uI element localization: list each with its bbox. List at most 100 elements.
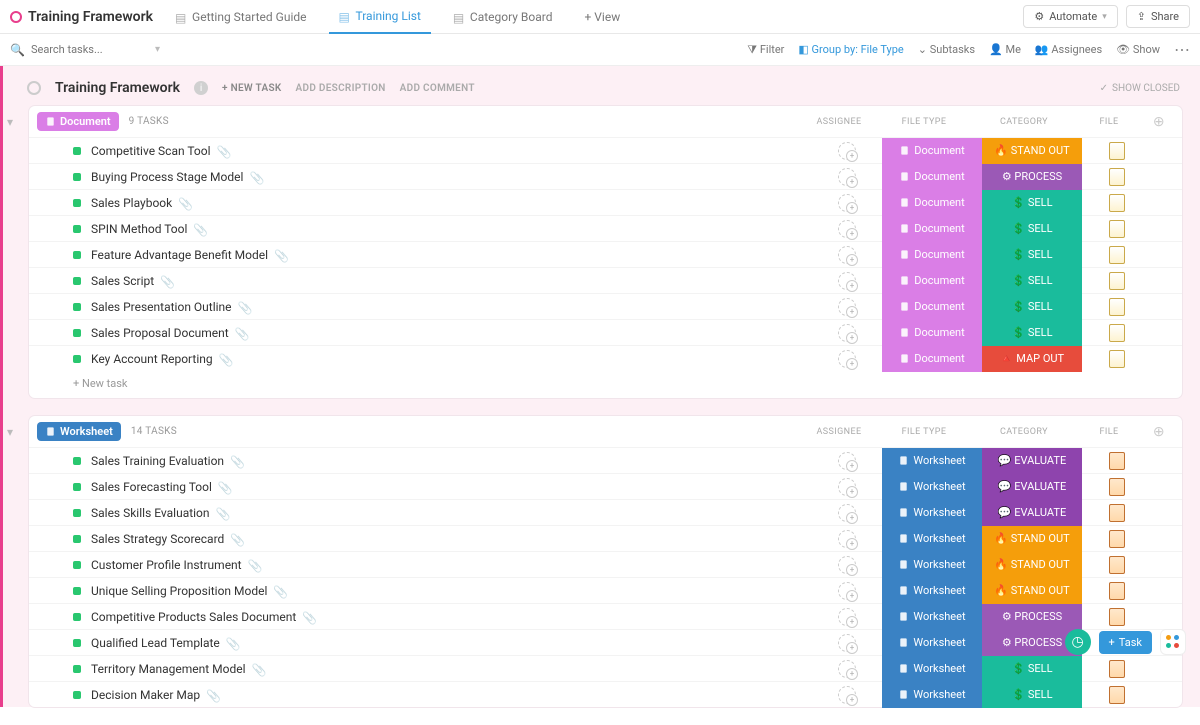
file-cell[interactable] bbox=[1082, 220, 1152, 238]
task-name[interactable]: SPIN Method Tool bbox=[91, 222, 187, 236]
task-row[interactable]: Competitive Products Sales Document 📎 Work… bbox=[29, 603, 1182, 629]
add-assignee-icon[interactable] bbox=[838, 504, 856, 522]
category-cell[interactable]: 💲 SELL bbox=[982, 320, 1082, 346]
category-cell[interactable]: 💲 SELL bbox=[982, 242, 1082, 268]
task-row[interactable]: Competitive Scan Tool📎Document🔥 STAND OU… bbox=[29, 137, 1182, 163]
new-task-fab[interactable]: + Task bbox=[1099, 631, 1152, 654]
task-row[interactable]: Sales Forecasting Tool📎Worksheet💬 EVALUA… bbox=[29, 473, 1182, 499]
status-square-icon[interactable] bbox=[73, 457, 81, 465]
category-cell[interactable]: 💲 SELL bbox=[982, 190, 1082, 216]
col-category[interactable]: CATEGORY bbox=[974, 427, 1074, 437]
add-assignee-icon[interactable] bbox=[838, 298, 856, 316]
attachment-icon[interactable]: 📎 bbox=[248, 559, 260, 571]
filetype-cell[interactable]: Worksheet bbox=[882, 448, 982, 474]
attachment-icon[interactable]: 📎 bbox=[249, 171, 261, 183]
filetype-cell[interactable]: Worksheet bbox=[882, 604, 982, 630]
col-assignee[interactable]: ASSIGNEE bbox=[804, 117, 874, 127]
category-cell[interactable]: 💲 SELL bbox=[982, 268, 1082, 294]
filetype-cell[interactable]: Worksheet bbox=[882, 526, 982, 552]
status-square-icon[interactable] bbox=[73, 277, 81, 285]
assignee-cell[interactable] bbox=[812, 350, 882, 368]
category-cell[interactable]: 💬 EVALUATE bbox=[982, 474, 1082, 500]
more-icon[interactable]: ⋯ bbox=[1174, 40, 1190, 59]
assignee-cell[interactable] bbox=[812, 246, 882, 264]
task-name[interactable]: Sales Training Evaluation bbox=[91, 454, 224, 468]
task-name[interactable]: Competitive Products Sales Document bbox=[91, 610, 296, 624]
status-square-icon[interactable] bbox=[73, 199, 81, 207]
group-badge[interactable]: Document bbox=[37, 112, 119, 131]
show-button[interactable]: 👁 Show bbox=[1116, 43, 1160, 56]
assignee-cell[interactable] bbox=[812, 194, 882, 212]
task-name[interactable]: Customer Profile Instrument bbox=[91, 558, 242, 572]
group-by-button[interactable]: ◧ Group by: File Type bbox=[798, 43, 903, 56]
category-cell[interactable]: 💲 SELL bbox=[982, 682, 1082, 708]
add-assignee-icon[interactable] bbox=[838, 582, 856, 600]
task-row[interactable]: Unique Selling Proposition Model📎Workshe… bbox=[29, 577, 1182, 603]
assignee-cell[interactable] bbox=[812, 686, 882, 704]
task-name[interactable]: Buying Process Stage Model bbox=[91, 170, 243, 184]
task-row[interactable]: Sales Playbook📎Document💲 SELL bbox=[29, 189, 1182, 215]
file-cell[interactable] bbox=[1082, 452, 1152, 470]
file-cell[interactable] bbox=[1082, 608, 1152, 626]
file-cell[interactable] bbox=[1082, 168, 1152, 186]
new-task-row[interactable]: + New task bbox=[29, 371, 1182, 398]
task-row[interactable]: Territory Management Model📎Worksheet💲 SE… bbox=[29, 655, 1182, 681]
task-name[interactable]: Unique Selling Proposition Model bbox=[91, 584, 267, 598]
status-square-icon[interactable] bbox=[73, 355, 81, 363]
file-cell[interactable] bbox=[1082, 324, 1152, 342]
col-assignee[interactable]: ASSIGNEE bbox=[804, 427, 874, 437]
status-square-icon[interactable] bbox=[73, 535, 81, 543]
attachment-icon[interactable]: 📎 bbox=[230, 455, 242, 467]
attachment-icon[interactable]: 📎 bbox=[230, 533, 242, 545]
attachment-icon[interactable]: 📎 bbox=[273, 585, 285, 597]
show-closed-toggle[interactable]: ✓ SHOW CLOSED bbox=[1100, 83, 1180, 94]
category-cell[interactable]: 🔺 MAP OUT bbox=[982, 346, 1082, 372]
assignee-cell[interactable] bbox=[812, 556, 882, 574]
file-cell[interactable] bbox=[1082, 504, 1152, 522]
attachment-icon[interactable]: 📎 bbox=[178, 197, 190, 209]
attachment-icon[interactable]: 📎 bbox=[160, 275, 172, 287]
task-row[interactable]: Decision Maker Map📎Worksheet💲 SELL bbox=[29, 681, 1182, 707]
info-icon[interactable]: i bbox=[194, 81, 208, 95]
collapse-icon[interactable]: ▾ bbox=[7, 115, 13, 129]
add-assignee-icon[interactable] bbox=[838, 168, 856, 186]
attachment-icon[interactable]: 📎 bbox=[219, 353, 231, 365]
attachment-icon[interactable]: 📎 bbox=[206, 689, 218, 701]
add-assignee-icon[interactable] bbox=[838, 634, 856, 652]
assignee-cell[interactable] bbox=[812, 452, 882, 470]
attachment-icon[interactable]: 📎 bbox=[302, 611, 314, 623]
filetype-cell[interactable]: Document bbox=[882, 294, 982, 320]
col-category[interactable]: CATEGORY bbox=[974, 117, 1074, 127]
attachment-icon[interactable]: 📎 bbox=[235, 327, 247, 339]
workspace-title[interactable]: Training Framework bbox=[10, 9, 153, 25]
task-name[interactable]: Decision Maker Map bbox=[91, 688, 200, 702]
add-assignee-icon[interactable] bbox=[838, 194, 856, 212]
filetype-cell[interactable]: Document bbox=[882, 216, 982, 242]
col-filetype[interactable]: FILE TYPE bbox=[874, 117, 974, 127]
filetype-cell[interactable]: Document bbox=[882, 190, 982, 216]
automate-button[interactable]: ⚙ Automate ▾ bbox=[1023, 5, 1117, 28]
file-cell[interactable] bbox=[1082, 478, 1152, 496]
task-name[interactable]: Sales Strategy Scorecard bbox=[91, 532, 224, 546]
filetype-cell[interactable]: Document bbox=[882, 320, 982, 346]
file-cell[interactable] bbox=[1082, 556, 1152, 574]
add-view-button[interactable]: + View bbox=[575, 0, 631, 34]
file-cell[interactable] bbox=[1082, 298, 1152, 316]
task-name[interactable]: Qualified Lead Template bbox=[91, 636, 220, 650]
assignees-button[interactable]: 👥 Assignees bbox=[1035, 43, 1102, 56]
file-cell[interactable] bbox=[1082, 246, 1152, 264]
view-tab[interactable]: ▤Category Board bbox=[443, 0, 563, 34]
status-square-icon[interactable] bbox=[73, 561, 81, 569]
status-circle-icon[interactable] bbox=[27, 81, 41, 95]
assignee-cell[interactable] bbox=[812, 272, 882, 290]
status-square-icon[interactable] bbox=[73, 639, 81, 647]
attachment-icon[interactable]: 📎 bbox=[216, 507, 228, 519]
task-row[interactable]: Key Account Reporting📎Document🔺 MAP OUT bbox=[29, 345, 1182, 371]
filetype-cell[interactable]: Document bbox=[882, 346, 982, 372]
attachment-icon[interactable]: 📎 bbox=[274, 249, 286, 261]
status-square-icon[interactable] bbox=[73, 225, 81, 233]
category-cell[interactable]: ⚙ PROCESS bbox=[982, 164, 1082, 190]
status-square-icon[interactable] bbox=[73, 691, 81, 699]
filetype-cell[interactable]: Worksheet bbox=[882, 500, 982, 526]
file-cell[interactable] bbox=[1082, 686, 1152, 704]
